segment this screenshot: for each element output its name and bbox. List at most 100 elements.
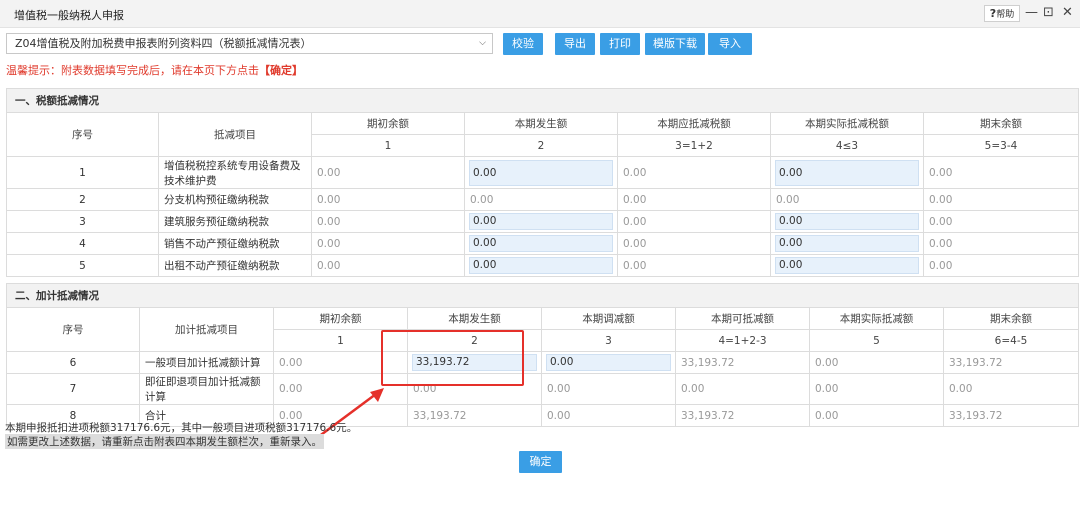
table-row: 4 销售不动产预征缴纳税款 0.00 0.00 0.00 0.00 0.00 bbox=[6, 232, 1079, 255]
row-item: 销售不动产预征缴纳税款 bbox=[158, 232, 312, 255]
col-number: 6=4-5 bbox=[943, 329, 1079, 352]
col-number: 4=1+2-3 bbox=[675, 329, 810, 352]
table-row: 1 增值税税控系统专用设备费及技术维护费 0.00 0.00 0.00 0.00… bbox=[6, 156, 1079, 189]
value-cell: 0.00 bbox=[617, 254, 771, 277]
value-cell: 0.00 bbox=[809, 351, 944, 374]
form-select[interactable]: Z04增值税及附加税费申报表附列资料四（税额抵减情况表） ⌵ bbox=[6, 33, 493, 54]
value-input-cell[interactable]: 0.00 bbox=[770, 232, 924, 255]
table-row: 3 建筑服务预征缴纳税款 0.00 0.00 0.00 0.00 0.00 bbox=[6, 210, 1079, 233]
value-cell: 0.00 bbox=[809, 404, 944, 427]
col-header: 本期应抵减税额 bbox=[617, 112, 771, 135]
table-row: 2 分支机构预征缴纳税款 0.00 0.00 0.00 0.00 0.00 bbox=[6, 188, 1079, 211]
value-cell: 33,193.72 bbox=[943, 351, 1079, 374]
table-row: 7 即征即退项目加计抵减额计算 0.00 0.00 0.00 0.00 0.00… bbox=[6, 373, 1079, 405]
template-download-button[interactable]: 模版下载 bbox=[645, 33, 705, 55]
value-input-cell[interactable]: 0.00 bbox=[464, 156, 618, 189]
col-header: 期初余额 bbox=[311, 112, 465, 135]
value-cell: 0.00 bbox=[770, 188, 924, 211]
change-note: 如需更改上述数据，请重新点击附表四本期发生额栏次，重新录入。 bbox=[5, 434, 324, 449]
value-cell: 0.00 bbox=[923, 188, 1079, 211]
col-seq: 序号 bbox=[6, 112, 159, 157]
value-cell: 0.00 bbox=[617, 156, 771, 189]
deduction-note: 本期申报抵扣进项税额317176.6元，其中一般项目进项税额317176.6元。 bbox=[5, 422, 358, 434]
value-input-cell[interactable]: 0.00 bbox=[541, 351, 676, 374]
value-cell: 0.00 bbox=[923, 156, 1079, 189]
value-cell: 33,193.72 bbox=[407, 404, 542, 427]
value-cell: 0.00 bbox=[541, 404, 676, 427]
row-item: 即征即退项目加计抵减额计算 bbox=[139, 373, 274, 405]
value-input-cell[interactable]: 0.00 bbox=[770, 156, 924, 189]
value-input[interactable]: 0.00 bbox=[469, 213, 613, 230]
title-bar: 增值税一般纳税人申报 ?帮助 — ⊡ ✕ bbox=[0, 0, 1080, 28]
value-cell: 33,193.72 bbox=[943, 404, 1079, 427]
col-number: 2 bbox=[464, 134, 618, 157]
col-header: 期末余额 bbox=[943, 307, 1079, 330]
row-seq: 1 bbox=[6, 156, 159, 189]
col-header: 期初余额 bbox=[273, 307, 408, 330]
col-number: 5 bbox=[809, 329, 944, 352]
section1-title: 一、税额抵减情况 bbox=[6, 88, 1079, 113]
minimize-icon[interactable]: — bbox=[1025, 5, 1038, 21]
print-button[interactable]: 打印 bbox=[600, 33, 640, 55]
close-icon[interactable]: ✕ bbox=[1062, 5, 1073, 21]
col-header: 本期发生额 bbox=[407, 307, 542, 330]
value-input-cell[interactable]: 0.00 bbox=[464, 232, 618, 255]
export-button[interactable]: 导出 bbox=[555, 33, 595, 55]
value-input[interactable]: 0.00 bbox=[469, 257, 613, 274]
value-cell: 0.00 bbox=[311, 210, 465, 233]
tip-highlight: 【确定】 bbox=[259, 64, 303, 77]
table-row: 6 一般项目加计抵减额计算 0.00 33,193.72 0.00 33,193… bbox=[6, 351, 1079, 374]
value-cell: 0.00 bbox=[923, 254, 1079, 277]
row-item: 分支机构预征缴纳税款 bbox=[158, 188, 312, 211]
value-cell: 0.00 bbox=[617, 210, 771, 233]
value-cell: 0.00 bbox=[617, 188, 771, 211]
value-input-cell[interactable]: 0.00 bbox=[770, 210, 924, 233]
section2-title: 二、加计抵减情况 bbox=[6, 283, 1079, 308]
col-header: 本期实际抵减额 bbox=[809, 307, 944, 330]
row-seq: 7 bbox=[6, 373, 140, 405]
value-input[interactable]: 0.00 bbox=[775, 159, 919, 186]
value-cell: 0.00 bbox=[311, 156, 465, 189]
value-input[interactable]: 0.00 bbox=[775, 257, 919, 274]
value-input[interactable]: 0.00 bbox=[469, 235, 613, 252]
value-cell: 33,193.72 bbox=[675, 404, 810, 427]
confirm-button[interactable]: 确定 bbox=[519, 451, 562, 473]
col-header: 本期发生额 bbox=[464, 112, 618, 135]
window-title: 增值税一般纳税人申报 bbox=[14, 9, 124, 22]
row-item: 建筑服务预征缴纳税款 bbox=[158, 210, 312, 233]
value-cell: 0.00 bbox=[464, 188, 618, 211]
value-cell: 0.00 bbox=[311, 254, 465, 277]
col-header: 本期调减额 bbox=[541, 307, 676, 330]
value-input[interactable]: 0.00 bbox=[546, 354, 671, 371]
col-number: 4≤3 bbox=[770, 134, 924, 157]
value-cell: 0.00 bbox=[617, 232, 771, 255]
restore-icon[interactable]: ⊡ bbox=[1043, 5, 1054, 21]
value-input[interactable]: 0.00 bbox=[775, 213, 919, 230]
value-input-cell[interactable]: 0.00 bbox=[464, 210, 618, 233]
value-input-cell[interactable]: 0.00 bbox=[464, 254, 618, 277]
import-button[interactable]: 导入 bbox=[708, 33, 752, 55]
value-input[interactable]: 0.00 bbox=[469, 159, 613, 186]
row-item: 增值税税控系统专用设备费及技术维护费 bbox=[158, 156, 312, 189]
value-cell: 0.00 bbox=[943, 373, 1079, 405]
form-select-value: Z04增值税及附加税费申报表附列资料四（税额抵减情况表） bbox=[15, 37, 312, 50]
row-item: 一般项目加计抵减额计算 bbox=[139, 351, 274, 374]
col-header: 本期可抵减额 bbox=[675, 307, 810, 330]
value-cell: 0.00 bbox=[311, 232, 465, 255]
row-seq: 3 bbox=[6, 210, 159, 233]
value-cell: 0.00 bbox=[923, 232, 1079, 255]
row-seq: 4 bbox=[6, 232, 159, 255]
value-input[interactable]: 0.00 bbox=[775, 235, 919, 252]
col-header: 期末余额 bbox=[923, 112, 1079, 135]
help-button[interactable]: ?帮助 bbox=[984, 5, 1020, 22]
tip-text: 温馨提示：附表数据填写完成后，请在本页下方点击 bbox=[6, 64, 259, 77]
value-cell: 0.00 bbox=[809, 373, 944, 405]
check-button[interactable]: 校验 bbox=[503, 33, 543, 55]
additional-deduction-table: 二、加计抵减情况 序号 加计抵减项目 期初余额 本期发生额 本期调减额 本期可抵… bbox=[6, 283, 1079, 427]
value-cell: 0.00 bbox=[311, 188, 465, 211]
col-number: 1 bbox=[311, 134, 465, 157]
warm-tip: 温馨提示：附表数据填写完成后，请在本页下方点击【确定】 bbox=[6, 62, 303, 78]
col-header: 本期实际抵减税额 bbox=[770, 112, 924, 135]
value-input-cell[interactable]: 0.00 bbox=[770, 254, 924, 277]
tax-deduction-table: 一、税额抵减情况 序号 抵减项目 期初余额 本期发生额 本期应抵减税额 本期实际… bbox=[6, 88, 1079, 277]
